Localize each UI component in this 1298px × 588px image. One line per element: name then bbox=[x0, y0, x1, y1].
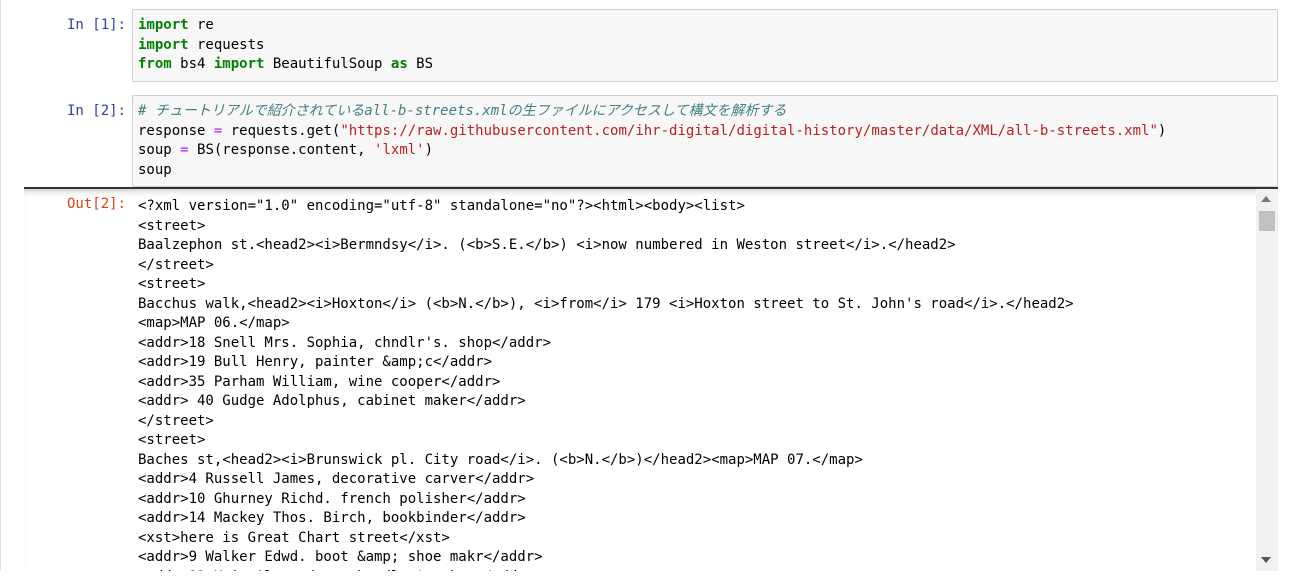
output-prompt: Out[2]: bbox=[66, 196, 126, 212]
code-token: requests.get( bbox=[222, 122, 341, 139]
output-scrollbar[interactable] bbox=[1256, 189, 1278, 571]
code-line: from bs4 import BeautifulSoup as BS bbox=[138, 55, 1272, 75]
code-token: BeautifulSoup bbox=[264, 56, 391, 72]
code-token: "https://raw.githubusercontent.com/ihr-d… bbox=[340, 122, 1158, 139]
code-token: ) bbox=[424, 142, 434, 158]
code-cell-2-source[interactable]: # チュートリアルで紹介されているall-b-streets.xmlの生ファイル… bbox=[138, 102, 1272, 180]
output-area-scrolled[interactable]: Out[2]: <?xml version="1.0" encoding="ut… bbox=[24, 187, 1278, 571]
output-line: <addr>18 Snell Mrs. Sophia, chndlr's. sh… bbox=[138, 334, 552, 351]
output-line: <street> bbox=[138, 276, 206, 292]
code-token: = bbox=[180, 142, 189, 158]
code-token: import bbox=[138, 36, 189, 53]
code-token: response bbox=[138, 122, 214, 139]
code-token: import bbox=[138, 17, 189, 33]
output-line: <street> bbox=[138, 217, 206, 234]
code-token: bs4 bbox=[171, 56, 214, 72]
output-line: <addr>14 Mackey Thos. Birch, bookbinder<… bbox=[138, 510, 526, 526]
code-line: import re bbox=[138, 16, 1272, 36]
output-line: <addr> 40 Gudge Adolphus, cabinet maker<… bbox=[138, 393, 526, 409]
output-line: <addr>4 Russell James, decorative carver… bbox=[138, 471, 535, 487]
code-token: BS bbox=[407, 56, 434, 72]
code-cell-2[interactable]: # チュートリアルで紹介されているall-b-streets.xmlの生ファイル… bbox=[132, 95, 1278, 187]
output-text: <?xml version="1.0" encoding="utf-8" sta… bbox=[138, 197, 1248, 571]
code-cell-1-source[interactable]: import re import requests from bs4 import … bbox=[138, 16, 1272, 75]
output-line: <addr>19 Bull Henry, painter &amp;c</add… bbox=[138, 354, 493, 370]
code-token: 'lxml' bbox=[374, 142, 425, 158]
code-token: re bbox=[188, 17, 214, 33]
code-line: response = requests.get("https://raw.git… bbox=[138, 122, 1272, 142]
code-token: soup bbox=[138, 142, 181, 158]
output-line: </street> bbox=[138, 412, 214, 429]
scroll-down-arrow-icon[interactable] bbox=[1261, 557, 1271, 563]
output-line: Baalzephon st.<head2><i>Bermndsy</i>. (<… bbox=[138, 237, 956, 253]
code-token: # チュートリアルで紹介されているall-b-streets.xmlの生ファイル… bbox=[138, 103, 787, 119]
input-prompt-1: In [1]: bbox=[66, 17, 126, 33]
output-line: Bacchus walk,<head2><i>Hoxton</i> (<b>N.… bbox=[138, 295, 1074, 312]
output-line: </street> bbox=[138, 256, 214, 273]
output-line: <addr>35 Parham William, wine cooper</ad… bbox=[138, 373, 501, 390]
code-token: requests bbox=[188, 36, 265, 53]
input-prompt-2: In [2]: bbox=[66, 103, 126, 119]
output-line: <xst>here is Great Chart street</xst> bbox=[138, 529, 450, 546]
code-token: soup bbox=[138, 161, 172, 178]
code-line: import requests bbox=[138, 36, 1272, 56]
code-token: import bbox=[213, 56, 265, 72]
output-line: Baches st,<head2><i>Brunswick pl. City r… bbox=[138, 451, 863, 468]
output-line: <street> bbox=[138, 432, 206, 448]
output-line: <addr>9 Walker Edwd. boot &amp; shoe mak… bbox=[138, 549, 543, 565]
code-token: BS(response.content, bbox=[188, 142, 375, 158]
code-line: soup bbox=[138, 161, 1272, 181]
code-line: # チュートリアルで紹介されているall-b-streets.xmlの生ファイル… bbox=[138, 102, 1272, 122]
output-line: <?xml version="1.0" encoding="utf-8" sta… bbox=[138, 198, 745, 214]
notebook-left-rule bbox=[0, 0, 1, 588]
output-line: <map>MAP 06.</map> bbox=[138, 315, 290, 331]
code-token: ) bbox=[1157, 122, 1167, 139]
code-line: soup = BS(response.content, 'lxml') bbox=[138, 141, 1272, 161]
notebook-bottom-gap bbox=[0, 571, 1298, 588]
scrollbar-thumb[interactable] bbox=[1259, 211, 1275, 231]
code-cell-1[interactable]: import re import requests from bs4 import … bbox=[132, 9, 1278, 82]
code-token: as bbox=[390, 56, 408, 72]
scroll-up-arrow-icon[interactable] bbox=[1261, 196, 1271, 202]
output-line: <addr>10 Ghurney Richd. french polisher<… bbox=[138, 490, 526, 507]
code-token: from bbox=[138, 56, 172, 72]
